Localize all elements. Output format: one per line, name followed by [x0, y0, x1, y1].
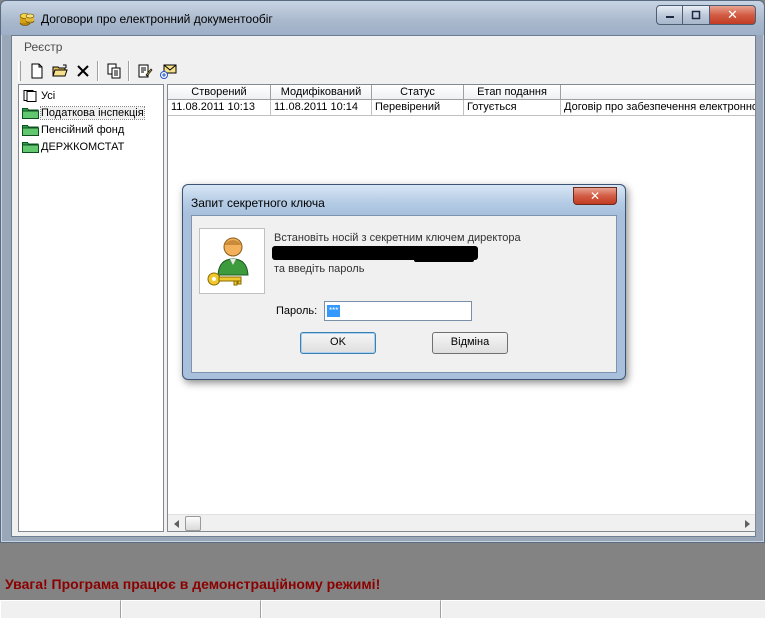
delete-icon: [76, 65, 89, 77]
cancel-button[interactable]: Відміна: [432, 332, 508, 354]
tree-item-pension-fund[interactable]: Пенсійний фонд: [22, 122, 124, 138]
edit-document-icon: [138, 64, 152, 78]
close-icon: ✕: [589, 189, 601, 203]
column-header-stage[interactable]: Етап подання: [464, 85, 561, 100]
app-coins-icon: [19, 13, 35, 26]
user-key-image: [199, 228, 265, 294]
demo-mode-warning: Увага! Програма працює в демонстраційном…: [5, 576, 381, 592]
maximize-button[interactable]: [683, 5, 710, 25]
column-header-modified[interactable]: Модифікований: [271, 85, 372, 100]
password-input[interactable]: ***: [324, 301, 472, 321]
minimize-icon: [665, 16, 674, 18]
tree-item-all[interactable]: Усі: [22, 88, 55, 104]
folder-icon: [22, 108, 39, 119]
dialog-message-line1: Встановіть носій з секретним ключем дире…: [274, 232, 521, 244]
window-title: Договори про електронний документообіг: [41, 12, 273, 26]
open-folder-icon: [51, 64, 68, 77]
dialog-close-button[interactable]: ✕: [573, 187, 617, 205]
status-pane: [121, 600, 261, 618]
cell-stage: Готується: [464, 100, 561, 116]
tree-item-label: ДЕРЖКОМСТАТ: [41, 141, 125, 153]
dialog-title: Запит секретного ключа: [191, 196, 325, 210]
table-row[interactable]: 11.08.2011 10:13 11.08.2011 10:14 Переві…: [168, 100, 755, 116]
dialog-message-line2: та введіть пароль: [274, 263, 365, 275]
scroll-right-arrow[interactable]: [738, 515, 755, 531]
cell-description: Договір про забезпечення електронного: [561, 100, 755, 116]
folder-icon: [22, 125, 39, 136]
user-key-icon: [207, 237, 249, 286]
cell-modified: 11.08.2011 10:14: [271, 100, 372, 116]
dialog-body: Встановіть носій з секретним ключем дире…: [191, 215, 617, 373]
menu-bar: Реєстр: [12, 36, 755, 56]
window-controls: ✕: [656, 5, 756, 25]
tree-item-label: Усі: [41, 90, 56, 102]
close-icon: ✕: [727, 7, 738, 22]
dialog-title-bar[interactable]: Запит секретного ключа ✕: [183, 185, 625, 215]
edit-document-button[interactable]: [133, 60, 156, 82]
close-button[interactable]: ✕: [710, 5, 756, 25]
scroll-thumb[interactable]: [185, 516, 201, 531]
status-pane: [0, 600, 121, 618]
send-mail-button[interactable]: [156, 60, 179, 82]
password-label: Пароль:: [276, 305, 318, 317]
maximize-icon: [691, 10, 701, 20]
tree-item-tax-inspection[interactable]: Податкова інспекція: [22, 105, 145, 121]
open-folder-button[interactable]: [48, 60, 71, 82]
ok-button[interactable]: OK: [300, 332, 376, 354]
send-mail-icon: [159, 64, 176, 79]
toolbar-grip[interactable]: [18, 61, 21, 81]
status-pane: [441, 600, 765, 618]
status-bar: [0, 600, 765, 618]
cell-created: 11.08.2011 10:13: [168, 100, 271, 116]
column-header-description[interactable]: [561, 85, 755, 100]
toolbar-separator: [97, 61, 99, 81]
password-value: ***: [327, 305, 341, 317]
scroll-left-arrow[interactable]: [168, 515, 185, 531]
chevron-right-icon: [744, 519, 750, 528]
column-header-status[interactable]: Статус: [372, 85, 464, 100]
category-tree: Усі Податкова інспекція Пенсійний фонд Д…: [18, 84, 164, 532]
copy-document-button[interactable]: [102, 60, 125, 82]
documents-icon: [23, 90, 37, 102]
column-header-created[interactable]: Створений: [168, 85, 271, 100]
horizontal-scrollbar[interactable]: [168, 514, 755, 531]
tree-item-statistics[interactable]: ДЕРЖКОМСТАТ: [22, 139, 124, 155]
grid-header: Створений Модифікований Статус Етап пода…: [168, 85, 755, 100]
chevron-left-icon: [173, 519, 179, 528]
new-document-button[interactable]: [25, 60, 48, 82]
menu-item-registry[interactable]: Реєстр: [24, 40, 62, 54]
new-document-icon: [31, 63, 42, 79]
cell-status: Перевірений: [372, 100, 464, 116]
status-pane: [261, 600, 441, 618]
dialog-message: Встановіть носій з секретним ключем дире…: [272, 231, 574, 276]
copy-document-icon: [107, 63, 120, 79]
delete-button[interactable]: [71, 60, 94, 82]
toolbar-separator: [128, 61, 130, 81]
tree-item-label: Пенсійний фонд: [41, 124, 125, 136]
tree-item-label: Податкова інспекція: [40, 106, 145, 120]
folder-icon: [22, 142, 39, 153]
toolbar: [18, 58, 179, 84]
secret-key-dialog: Запит секретного ключа ✕ Встановіть носі…: [182, 184, 626, 380]
minimize-button[interactable]: [656, 5, 683, 25]
title-bar[interactable]: Договори про електронний документообіг ✕: [1, 1, 764, 35]
